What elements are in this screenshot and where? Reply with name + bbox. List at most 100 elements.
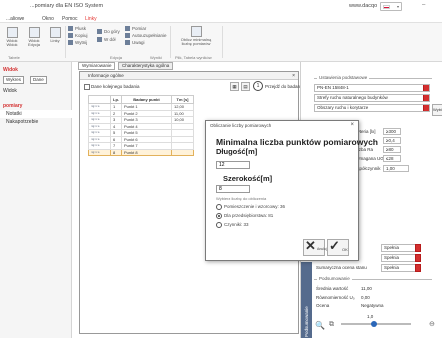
zoom-slider-thumb[interactable]	[371, 321, 377, 327]
tab-general-characteristics[interactable]: Charakterystyka ogólna	[118, 62, 174, 70]
result-select[interactable]: Spełnia	[381, 264, 421, 272]
chevron-down-icon	[423, 95, 429, 101]
table-row-selected[interactable]: ᵐᵍ⁻ˢ⁻ᵃ 8 Punkt 8	[88, 148, 194, 156]
layout-icon	[28, 27, 40, 38]
method-radio-label: Dla przedsiębiorstwa: 81	[224, 213, 274, 218]
length-input[interactable]	[216, 161, 250, 169]
auto-fill-button[interactable]: Autouzupełnianie	[125, 33, 167, 38]
list-item[interactable]: Widok	[0, 87, 72, 95]
add-button[interactable]: Plusk	[68, 26, 86, 31]
method-radio-label: Czynniki: 33	[224, 222, 249, 227]
cut-button[interactable]: Wytnij	[68, 40, 87, 45]
points-table: Lp. Badany punkt Tm [s] ᵐᵍ⁻ˢ⁻ᵃ 1 Punkt 1 12…	[88, 95, 194, 156]
ribbon: Widok Widok Widok Edycja Linky Plusk Kop…	[0, 23, 442, 62]
document-tabs: Wymiarowanie Charakterystyka ogólna	[78, 62, 298, 70]
fit-view-icon[interactable]: ⧉	[329, 321, 334, 329]
norm-select[interactable]: PN-EN 15848-1	[314, 84, 430, 92]
method-radio[interactable]	[216, 204, 222, 210]
list-item-selected[interactable]: Notatki	[0, 110, 72, 118]
summary-label: Średnia wartość	[316, 286, 349, 291]
add-to-list-label: Dane kolejnego badania	[91, 84, 140, 89]
tables-button[interactable]: Linky	[48, 27, 62, 43]
list-item[interactable]: pomiary	[0, 102, 72, 110]
menu-tab-help[interactable]: Pomoc	[62, 16, 78, 22]
dialog-title: Obliczanie liczby pomiarowych	[210, 123, 272, 128]
move-up-button[interactable]: Do góry	[97, 29, 120, 34]
copy-icon	[68, 33, 73, 38]
width-label: Szerokość[m]	[223, 174, 273, 183]
copy-button[interactable]: Kopiuj	[68, 33, 88, 38]
cut-icon	[68, 40, 73, 45]
ribbon-separator	[170, 26, 171, 58]
add-to-list-checkbox[interactable]	[84, 84, 90, 90]
menu-tab-home[interactable]: ...aliowe	[6, 16, 24, 22]
step-number-badge: 1	[253, 81, 263, 91]
section-label: Podsumowanie	[317, 276, 352, 281]
method-radio[interactable]	[216, 222, 222, 228]
result-select[interactable]: Spełnia	[381, 244, 421, 252]
column-header: Badany punkt	[121, 95, 172, 104]
toolbar: Dane kolejnego badania ▦ ▤ 1 Przejdź do …	[82, 81, 304, 94]
chevron-down-icon	[423, 105, 429, 111]
area-select[interactable]: Obszary ruchu i korytarze	[314, 104, 430, 112]
measure-icon	[125, 26, 130, 31]
summary-value: Negatywna	[361, 303, 384, 308]
chevron-down-icon	[415, 254, 421, 262]
ribbon-group-label: Tabele	[8, 55, 20, 60]
edit-layout-button[interactable]: Widok Edycja	[24, 27, 44, 48]
method-radio-checked[interactable]	[216, 213, 222, 219]
result-select[interactable]: Spełnia	[381, 254, 421, 262]
column-header: Tm [s]	[171, 95, 194, 104]
value-field: ≥0,4	[383, 137, 401, 144]
choose-button[interactable]: Wybierz	[432, 104, 442, 116]
section-label: Ustawienia podstawowe	[317, 75, 370, 80]
move-down-button[interactable]: W dół	[97, 37, 116, 42]
list-view-icon[interactable]: ▤	[241, 82, 250, 91]
menu-bar: ...aliowe Okno Pomoc Linky	[0, 14, 442, 23]
factor-field[interactable]: 1,00	[383, 165, 409, 172]
view-layout-button[interactable]: Widok Widok	[4, 27, 20, 48]
website-link[interactable]: www.dacqo	[349, 3, 377, 9]
row-tools-icon: ᵐᵍ⁻ˢ⁻ᵃ	[88, 148, 111, 156]
close-icon[interactable]: ×	[292, 72, 295, 80]
ribbon-group-label: Plik, Tabela wyników	[175, 55, 212, 60]
value-field: ≥80	[383, 146, 401, 153]
measure-button[interactable]: Pomiar	[125, 26, 146, 31]
chart-button[interactable]: Wykres	[3, 76, 24, 84]
data-button[interactable]: Dane	[30, 76, 47, 84]
width-input[interactable]	[216, 185, 250, 193]
left-panel: Widok Wykres Dane Widok pomiary Notatki …	[0, 62, 72, 338]
calculate-min-points-button[interactable]: Oblicz minimalną liczbę pomiarów	[175, 26, 217, 47]
window-title: Informacje ogólne	[88, 73, 124, 78]
ribbon-group-label: Edycja	[110, 55, 123, 60]
plus-icon	[68, 26, 73, 31]
calculator-icon	[190, 26, 202, 37]
column-header: Lp.	[110, 95, 122, 104]
summary-state-label: Sumaryczna ocena stanu	[316, 265, 367, 270]
title-bar: ...pomiary dla EN ISO System www.dacqo ▾…	[0, 0, 442, 14]
cancel-button[interactable]: ✕ Anuluj	[303, 238, 327, 256]
zoom-level: 1,0	[367, 314, 374, 319]
grid-view-icon[interactable]: ▦	[230, 82, 239, 91]
list-item[interactable]: Nakapotrzebie	[0, 118, 72, 126]
note-icon	[125, 40, 130, 45]
language-selector[interactable]: ▾	[380, 2, 402, 11]
window-header: Informacje ogólne ×	[80, 72, 298, 80]
notes-button[interactable]: Uwagi	[125, 40, 145, 45]
menu-tab-tables[interactable]: Linky	[85, 16, 97, 22]
grid-icon	[49, 27, 61, 38]
summary-vertical-tab[interactable]: Podsumowanie	[301, 262, 312, 338]
ok-button[interactable]: ✓ OK	[327, 238, 349, 256]
ribbon-separator	[222, 26, 223, 58]
menu-tab-window[interactable]: Okno	[42, 16, 54, 22]
close-icon[interactable]: ×	[350, 122, 354, 128]
goto-test-link[interactable]: Przejdź do badania	[265, 84, 304, 89]
tab-dimensioning[interactable]: Wymiarowanie	[78, 62, 116, 70]
zoom-out-icon[interactable]: ⊖	[429, 320, 435, 328]
zone-select[interactable]: Strefy ruchu naturalnego budynków	[314, 94, 430, 102]
minimize-button[interactable]: –	[422, 2, 425, 8]
ribbon-group-label: Wyniki	[150, 55, 162, 60]
summary-label: Równomierność U₀	[316, 295, 355, 300]
zoom-in-icon[interactable]: 🔍	[315, 321, 325, 330]
ribbon-separator	[65, 26, 66, 58]
